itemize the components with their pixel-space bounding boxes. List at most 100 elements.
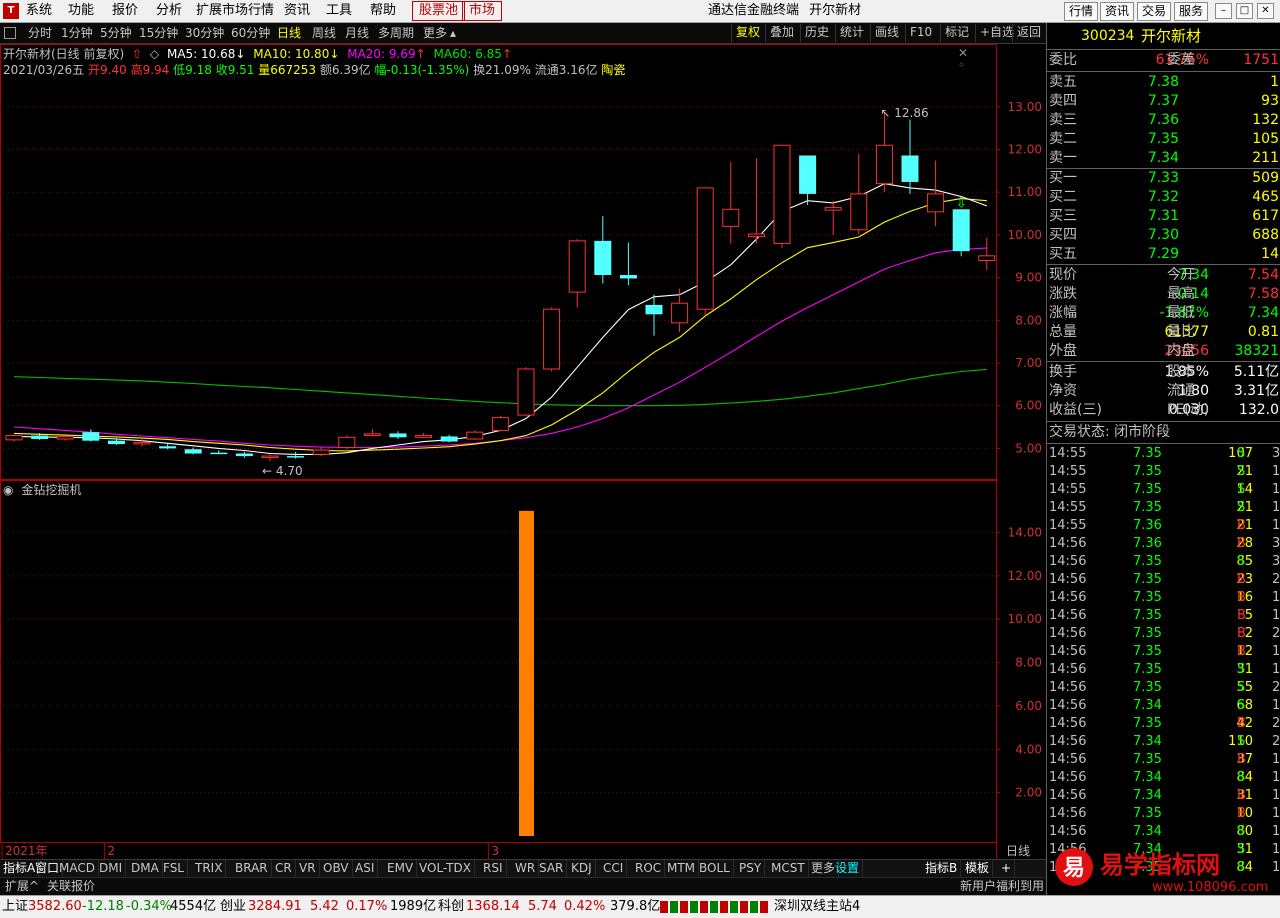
back-button[interactable]: 返回 — [1012, 24, 1045, 42]
ask-row[interactable]: 卖二 7.35 105 — [1047, 130, 1280, 149]
candle-body — [491, 417, 509, 431]
indicator-tab[interactable]: MTM — [664, 860, 700, 877]
indicator-tab[interactable]: SAR — [536, 860, 568, 877]
close-icon[interactable]: ✕ — [1257, 3, 1274, 19]
indicator-tab-right[interactable]: 模板 — [962, 860, 994, 877]
history-button[interactable]: 历史 — [800, 24, 833, 42]
indicator-tab[interactable]: PSY — [736, 860, 766, 877]
tick-time: 14:56 — [1049, 608, 1087, 623]
stats-button[interactable]: 统计 — [835, 24, 868, 42]
news-ticker[interactable]: 新用户福利到用 — [960, 878, 1044, 895]
ask-price: 7.38 — [1147, 74, 1179, 90]
indicator-tab[interactable]: ROC — [632, 860, 666, 877]
period-more[interactable]: 更多 — [423, 23, 447, 43]
period-60min[interactable]: 60分钟 — [231, 23, 270, 43]
ask-row[interactable]: 卖一 7.34 211 — [1047, 149, 1280, 168]
maximize-icon[interactable]: □ — [1236, 3, 1253, 19]
menu-help[interactable]: 帮助 — [364, 0, 402, 22]
quote-row: 涨跌 -0.14 最高 7.58 — [1047, 285, 1280, 304]
menu-quote[interactable]: 报价 — [106, 0, 144, 22]
tick-time: 14:56 — [1049, 734, 1087, 749]
adjust-button[interactable]: 复权 — [731, 24, 764, 42]
bid-volume: 688 — [1252, 227, 1279, 243]
indicator-tab[interactable]: ASI — [352, 860, 379, 877]
related-quote-tab[interactable]: 关联报价 — [44, 878, 98, 895]
indicator-tab[interactable]: KDJ — [568, 860, 596, 877]
indicator-tab-right[interactable]: + — [998, 860, 1016, 877]
indicator-tab[interactable]: EMV — [384, 860, 418, 877]
server-name[interactable]: 深圳双线主站4 — [774, 896, 860, 918]
extension-toggle-tab[interactable]: 扩展^ — [2, 878, 42, 895]
period-15min[interactable]: 15分钟 — [139, 23, 178, 43]
tick-direction: B — [1237, 608, 1246, 623]
period-1min[interactable]: 1分钟 — [61, 23, 93, 43]
y-tick-label: 12.00 — [1008, 143, 1042, 157]
indicator-tab[interactable]: CR — [272, 860, 296, 877]
menu-tools[interactable]: 工具 — [320, 0, 358, 22]
bid-row[interactable]: 买一 7.33 509 — [1047, 169, 1280, 188]
minimize-icon[interactable]: – — [1215, 3, 1232, 19]
quote-button[interactable]: 行情 — [1064, 2, 1099, 21]
kline-svg[interactable]: 13.00 12.00 11.00 10.00 9.00 8.00 7.00 6.00 5.00… — [0, 44, 1046, 860]
period-multi[interactable]: 多周期 — [378, 23, 414, 43]
menu-function[interactable]: 功能 — [62, 0, 100, 22]
indicator-tab[interactable]: FSL — [160, 860, 188, 877]
tick-time: 14:56 — [1049, 698, 1087, 713]
y-tick-label: 6.00 — [1015, 399, 1042, 413]
indicator-tab[interactable]: 设置 — [832, 860, 864, 877]
indicator-tab[interactable]: VR — [296, 860, 320, 877]
period-5min[interactable]: 5分钟 — [100, 23, 132, 43]
menu-analysis[interactable]: 分析 — [150, 0, 188, 22]
indicator-tab[interactable]: VOL-TDX — [416, 860, 475, 877]
mark-button[interactable]: 标记 — [940, 24, 973, 42]
menu-news[interactable]: 资讯 — [278, 0, 316, 22]
period-more-arrow-icon[interactable]: ▴ — [450, 23, 456, 43]
indicator-tab[interactable]: TRIX — [192, 860, 227, 877]
tick-count: 1 — [1272, 590, 1280, 605]
candle-body — [261, 455, 279, 459]
cy-index-value[interactable]: 3284.91 — [248, 896, 302, 918]
indicator-tab[interactable]: RSI — [480, 860, 507, 877]
period-timeshare[interactable]: 分时 — [28, 23, 52, 43]
menu-stock-pool[interactable]: 股票池 — [412, 1, 466, 21]
bid-row[interactable]: 买四 7.30 688 — [1047, 226, 1280, 245]
tick-time: 14:56 — [1049, 626, 1087, 641]
period-weekly[interactable]: 周线 — [312, 23, 336, 43]
indicator-tab[interactable]: BOLL — [696, 860, 734, 877]
sh-index-value[interactable]: 3582.60 — [28, 896, 82, 918]
ask-price: 7.37 — [1147, 93, 1179, 109]
ask-row[interactable]: 卖三 7.36 132 — [1047, 111, 1280, 130]
draw-line-button[interactable]: 画线 — [870, 24, 903, 42]
candle-body — [696, 187, 714, 310]
period-30min[interactable]: 30分钟 — [185, 23, 224, 43]
indicator-tab[interactable]: MCST — [768, 860, 809, 877]
indicator-tab[interactable]: DMA — [128, 860, 163, 877]
candle-body — [133, 441, 151, 445]
indicator-tab[interactable]: CCI — [600, 860, 628, 877]
f10-button[interactable]: F10 — [905, 24, 936, 42]
ask-row[interactable]: 卖五 7.38 1 — [1047, 73, 1280, 92]
service-button[interactable]: 服务 — [1174, 2, 1209, 21]
bid-row[interactable]: 买五 7.29 14 — [1047, 245, 1280, 264]
period-monthly[interactable]: 月线 — [345, 23, 369, 43]
period-daily[interactable]: 日线 — [277, 23, 301, 43]
trade-button[interactable]: 交易 — [1137, 2, 1172, 21]
bid-row[interactable]: 买三 7.31 617 — [1047, 207, 1280, 226]
ask-row[interactable]: 卖四 7.37 93 — [1047, 92, 1280, 111]
indicator-tab-right[interactable]: 指标B — [922, 860, 962, 877]
tick-row: 14:55 7.36 21 B 1 — [1047, 517, 1280, 535]
menu-system[interactable]: 系统 — [20, 0, 58, 22]
indicator-tab[interactable]: OBV — [320, 860, 353, 877]
kline-chart[interactable]: 13.00 12.00 11.00 10.00 9.00 8.00 7.00 6.00 5.00… — [0, 44, 1046, 860]
overlay-button[interactable]: 叠加 — [765, 24, 798, 42]
order-ratio-label: 委比 — [1049, 52, 1077, 68]
bid-row[interactable]: 买二 7.32 465 — [1047, 188, 1280, 207]
indicator-tab[interactable]: BRAR — [232, 860, 272, 877]
menu-market[interactable]: 市场 — [462, 1, 503, 21]
menu-extended-market[interactable]: 扩展市场行情 — [190, 0, 280, 22]
panel-toggle-icon[interactable] — [4, 27, 16, 39]
indicator-tab[interactable]: DMI — [96, 860, 127, 877]
kc-index-value[interactable]: 1368.14 — [466, 896, 520, 918]
news-button[interactable]: 资讯 — [1100, 2, 1135, 21]
indicator-tab[interactable]: MACD — [56, 860, 99, 877]
